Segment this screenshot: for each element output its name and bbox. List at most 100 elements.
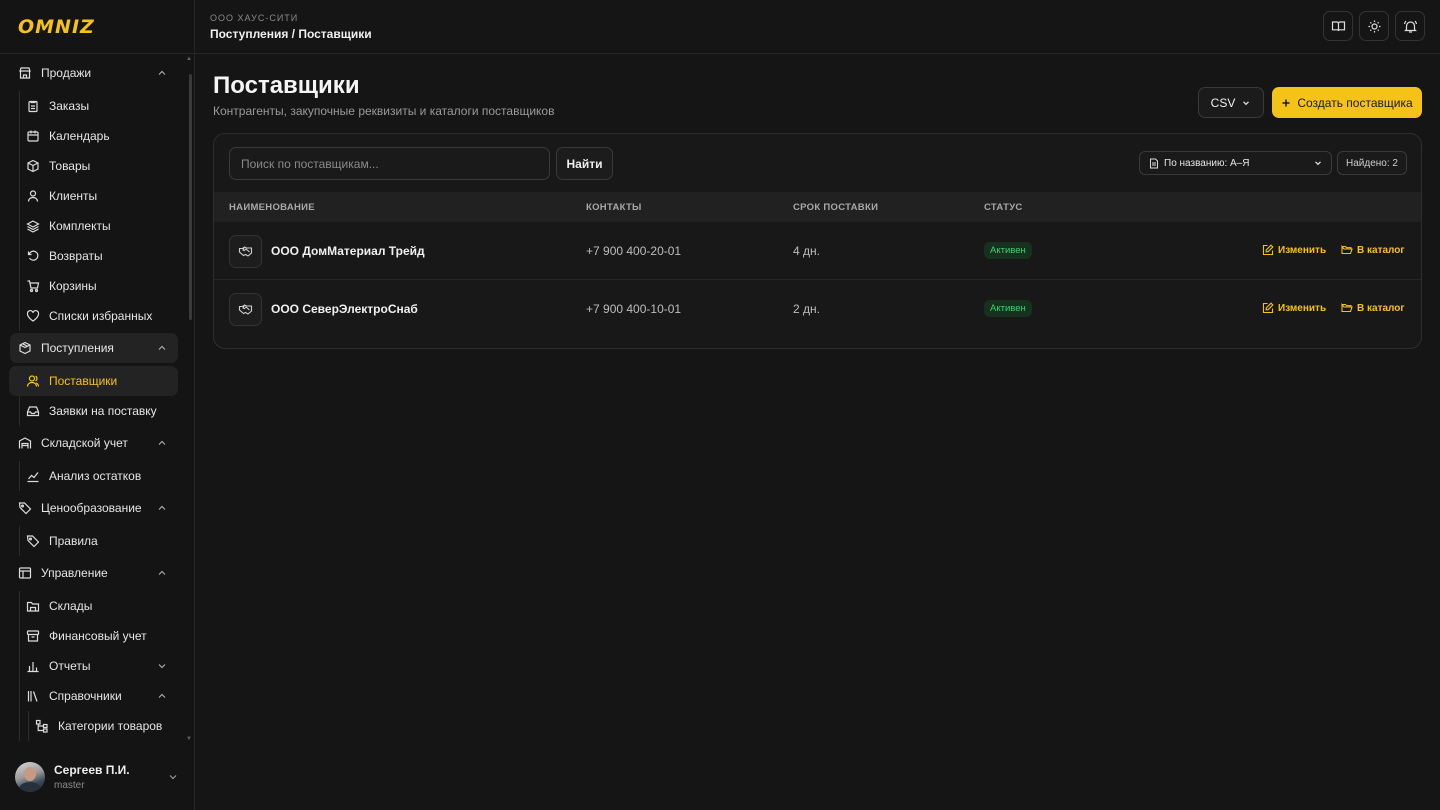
column-header-status[interactable]: СТАТУС [984,202,1023,213]
sidebar-item-product-categories[interactable]: Категории товаров [18,711,178,741]
sidebar-item-rules[interactable]: Правила [9,526,178,556]
logo[interactable]: OMNIZ [0,0,194,54]
status-badge: Активен [984,242,1032,259]
notifications-button[interactable] [1395,11,1425,41]
sidebar-item-label: Комплекты [49,219,111,233]
sidebar-item-label: Правила [49,534,98,548]
sidebar-nav: Продажи Заказы Календарь Товары Клиенты … [0,56,186,744]
archive-icon [26,629,40,643]
scroll-down-icon[interactable]: ▼ [186,736,192,742]
edit-icon [1262,244,1274,256]
clipboard-icon [26,99,40,113]
tags-icon [18,501,32,515]
nav-group-warehouse[interactable]: Складской учет [10,428,178,458]
theme-toggle-button[interactable] [1359,11,1389,41]
create-supplier-label: Создать поставщика [1297,95,1413,110]
sort-select[interactable]: По названию: А–Я [1139,151,1332,175]
supplier-name[interactable]: ООО ДомМатериал Трейд [271,244,425,258]
sidebar-item-references[interactable]: Справочники [9,681,178,711]
found-count-badge: Найдено: 2 [1337,151,1407,175]
create-supplier-button[interactable]: Создать поставщика [1272,87,1422,118]
supplier-delivery-term: 4 дн. [793,244,820,258]
column-header-name[interactable]: НАИМЕНОВАНИЕ [229,202,315,213]
chevron-down-icon [156,660,168,672]
sidebar-item-label: Заказы [49,99,90,113]
tag-icon [26,534,40,548]
chevron-up-icon [156,437,168,449]
sidebar-item-reports[interactable]: Отчеты [9,651,178,681]
nav-group-label: Продажи [41,66,92,80]
sidebar-item-clients[interactable]: Клиенты [9,181,178,211]
edit-button[interactable]: Изменить [1262,302,1326,314]
nav-group-management[interactable]: Управление [10,558,178,588]
sidebar-item-label: Справочники [49,689,122,703]
table-row[interactable]: ООО СеверЭлектроСнаб +7 900 400-10-01 2 … [214,280,1421,338]
table-row[interactable]: ООО ДомМатериал Трейд +7 900 400-20-01 4… [214,222,1421,280]
sidebar-item-suppliers[interactable]: Поставщики [9,366,178,396]
library-icon [26,689,40,703]
supplier-delivery-term: 2 дн. [793,302,820,316]
book-open-icon [1331,19,1346,34]
sidebar-item-bundles[interactable]: Комплекты [9,211,178,241]
sun-icon [1367,19,1382,34]
folder-open-icon [1341,244,1353,256]
nav-sub-sales: Заказы Календарь Товары Клиенты Комплект… [19,91,186,331]
edit-label: Изменить [1278,302,1327,314]
search-input[interactable] [229,147,550,180]
handshake-icon [229,235,262,268]
sidebar-item-label: Клиенты [49,189,98,203]
chevron-down-icon [167,771,179,783]
user-icon [26,189,40,203]
edit-label: Изменить [1278,244,1327,256]
sidebar-item-products[interactable]: Товары [9,151,178,181]
folder-open-icon [1341,302,1353,314]
nav-sub-warehouse: Анализ остатков [19,461,186,491]
page-title: Поставщики [213,72,360,99]
nav-group-label: Ценообразование [41,501,142,515]
undo-icon [26,249,40,263]
breadcrumb: Поступления / Поставщики [210,27,372,41]
column-header-contacts[interactable]: КОНТАКТЫ [586,202,642,213]
users-icon [26,374,40,388]
user-info: Сергеев П.И. master [54,763,130,791]
sidebar-item-label: Товары [49,159,91,173]
bar-chart-icon [26,659,40,673]
suppliers-card: Найти По названию: А–Я Найдено: 2 НАИМЕН… [213,133,1422,349]
sidebar-item-warehouses[interactable]: Склады [9,591,178,621]
supplier-name[interactable]: ООО СеверЭлектроСнаб [271,302,418,316]
app-root: OMNIZ ▲ ▼ Продажи Заказы Календарь Товар… [0,0,1440,810]
scroll-up-icon[interactable]: ▲ [186,56,192,62]
edit-button[interactable]: Изменить [1262,244,1326,256]
nav-group-pricing[interactable]: Ценообразование [10,493,178,523]
sidebar-item-finance[interactable]: Финансовый учет [9,621,178,651]
sidebar-item-favorites[interactable]: Списки избранных [9,301,178,331]
nav-sub-receipts: Поставщики Заявки на поставку [9,366,186,426]
sidebar-item-returns[interactable]: Возвраты [9,241,178,271]
sidebar-scrollbar[interactable] [189,74,192,320]
avatar [15,762,45,792]
cart-icon [26,279,40,293]
bell-icon [1403,19,1418,34]
sidebar-item-stock-analysis[interactable]: Анализ остатков [9,461,178,491]
csv-dropdown-button[interactable]: CSV [1198,87,1264,118]
sidebar-item-carts[interactable]: Корзины [9,271,178,301]
sidebar-item-label: Категории товаров [58,719,163,733]
book-button[interactable] [1323,11,1353,41]
nav-group-receipts[interactable]: Поступления [10,333,178,363]
tree-icon [35,719,49,733]
find-button[interactable]: Найти [556,147,613,180]
package-icon [18,341,32,355]
to-catalog-button[interactable]: В каталог [1341,244,1405,256]
to-catalog-button[interactable]: В каталог [1341,302,1405,314]
column-header-term[interactable]: СРОК ПОСТАВКИ [793,202,878,213]
chevron-up-icon [156,690,168,702]
plus-icon [1281,98,1291,108]
sidebar-item-supply-requests[interactable]: Заявки на поставку [9,396,178,426]
sort-label: По названию: А–Я [1164,157,1250,169]
page-subtitle: Контрагенты, закупочные реквизиты и ката… [213,104,555,118]
nav-group-sales[interactable]: Продажи [10,58,178,88]
user-menu[interactable]: Сергеев П.И. master [0,744,195,810]
sidebar-item-label: Анализ остатков [49,469,142,483]
sidebar-item-calendar[interactable]: Календарь [9,121,178,151]
sidebar-item-orders[interactable]: Заказы [9,91,178,121]
